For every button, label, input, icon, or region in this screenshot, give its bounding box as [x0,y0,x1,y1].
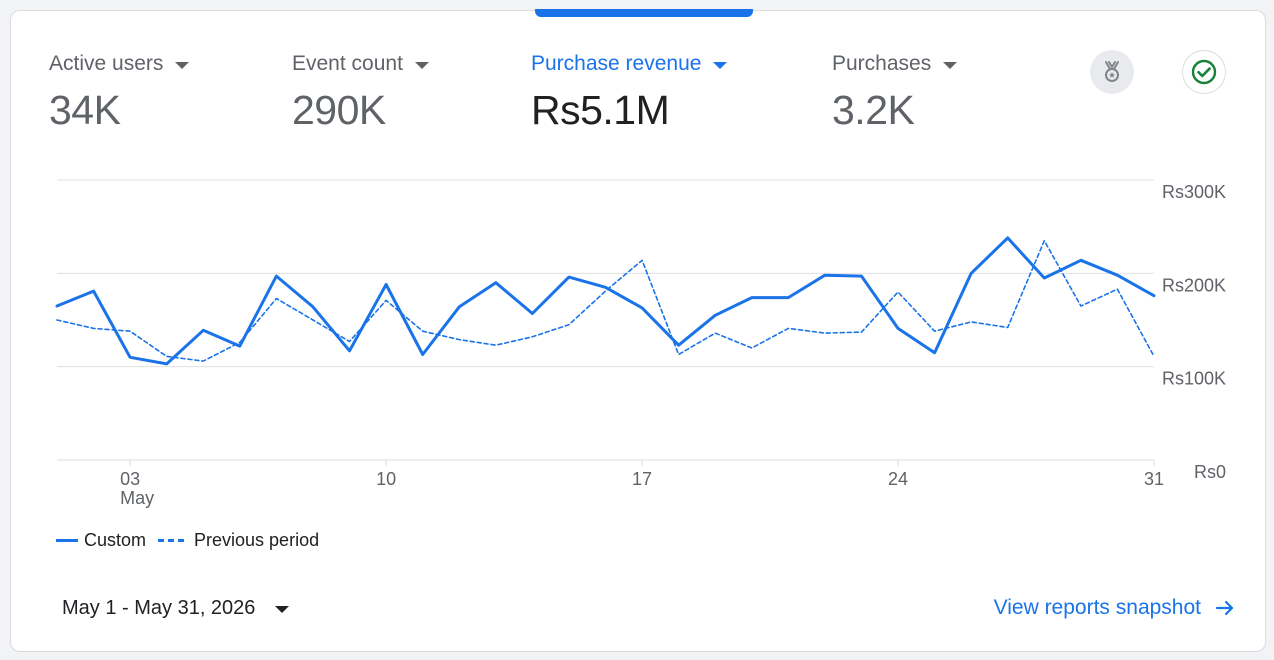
legend-item-previous-period[interactable]: Previous period [158,530,319,551]
y-tick-label: Rs200K [1162,275,1226,295]
x-tick-label: 17 [632,469,652,489]
legend-label: Previous period [194,530,320,550]
x-tick-sublabel: May [120,488,154,508]
chart-gridlines [57,179,1154,461]
x-axis-ticks: 03May 10 17 24 31 [120,460,1164,508]
chart-legend: Custom Previous period [56,530,331,551]
y-axis-ticks: Rs300K Rs200K Rs100K Rs0 [1162,182,1226,482]
caret-down-icon [275,606,290,613]
y-tick-label: Rs300K [1162,182,1226,202]
x-tick-label: 10 [376,469,396,489]
chart-series [55,236,1156,366]
legend-item-custom[interactable]: Custom [56,530,146,551]
date-range-picker[interactable]: May 1 - May 31, 2026 [62,597,290,620]
arrow-right-icon [1215,600,1234,616]
series-line-custom [55,236,1156,366]
view-reports-snapshot-link[interactable]: View reports snapshot [994,596,1235,620]
x-tick-label: 24 [888,469,908,489]
y-tick-label: Rs0 [1194,462,1226,482]
series-line-previous-period [56,239,1155,362]
x-tick-label: 03 [120,469,140,489]
solid-line-swatch [56,539,78,542]
y-tick-label: Rs100K [1162,369,1226,389]
revenue-line-chart: Rs300K Rs200K Rs100K Rs0 03May 10 17 24 31 [55,179,1226,508]
x-tick-label: 31 [1144,469,1164,489]
date-range-label: May 1 - May 31, 2026 [62,597,256,619]
legend-label: Custom [84,530,147,550]
overview-card: Active users 34K Event count 290K Purcha… [10,9,1266,652]
snapshot-link-label: View reports snapshot [993,596,1201,619]
dashed-line-swatch [158,539,185,542]
